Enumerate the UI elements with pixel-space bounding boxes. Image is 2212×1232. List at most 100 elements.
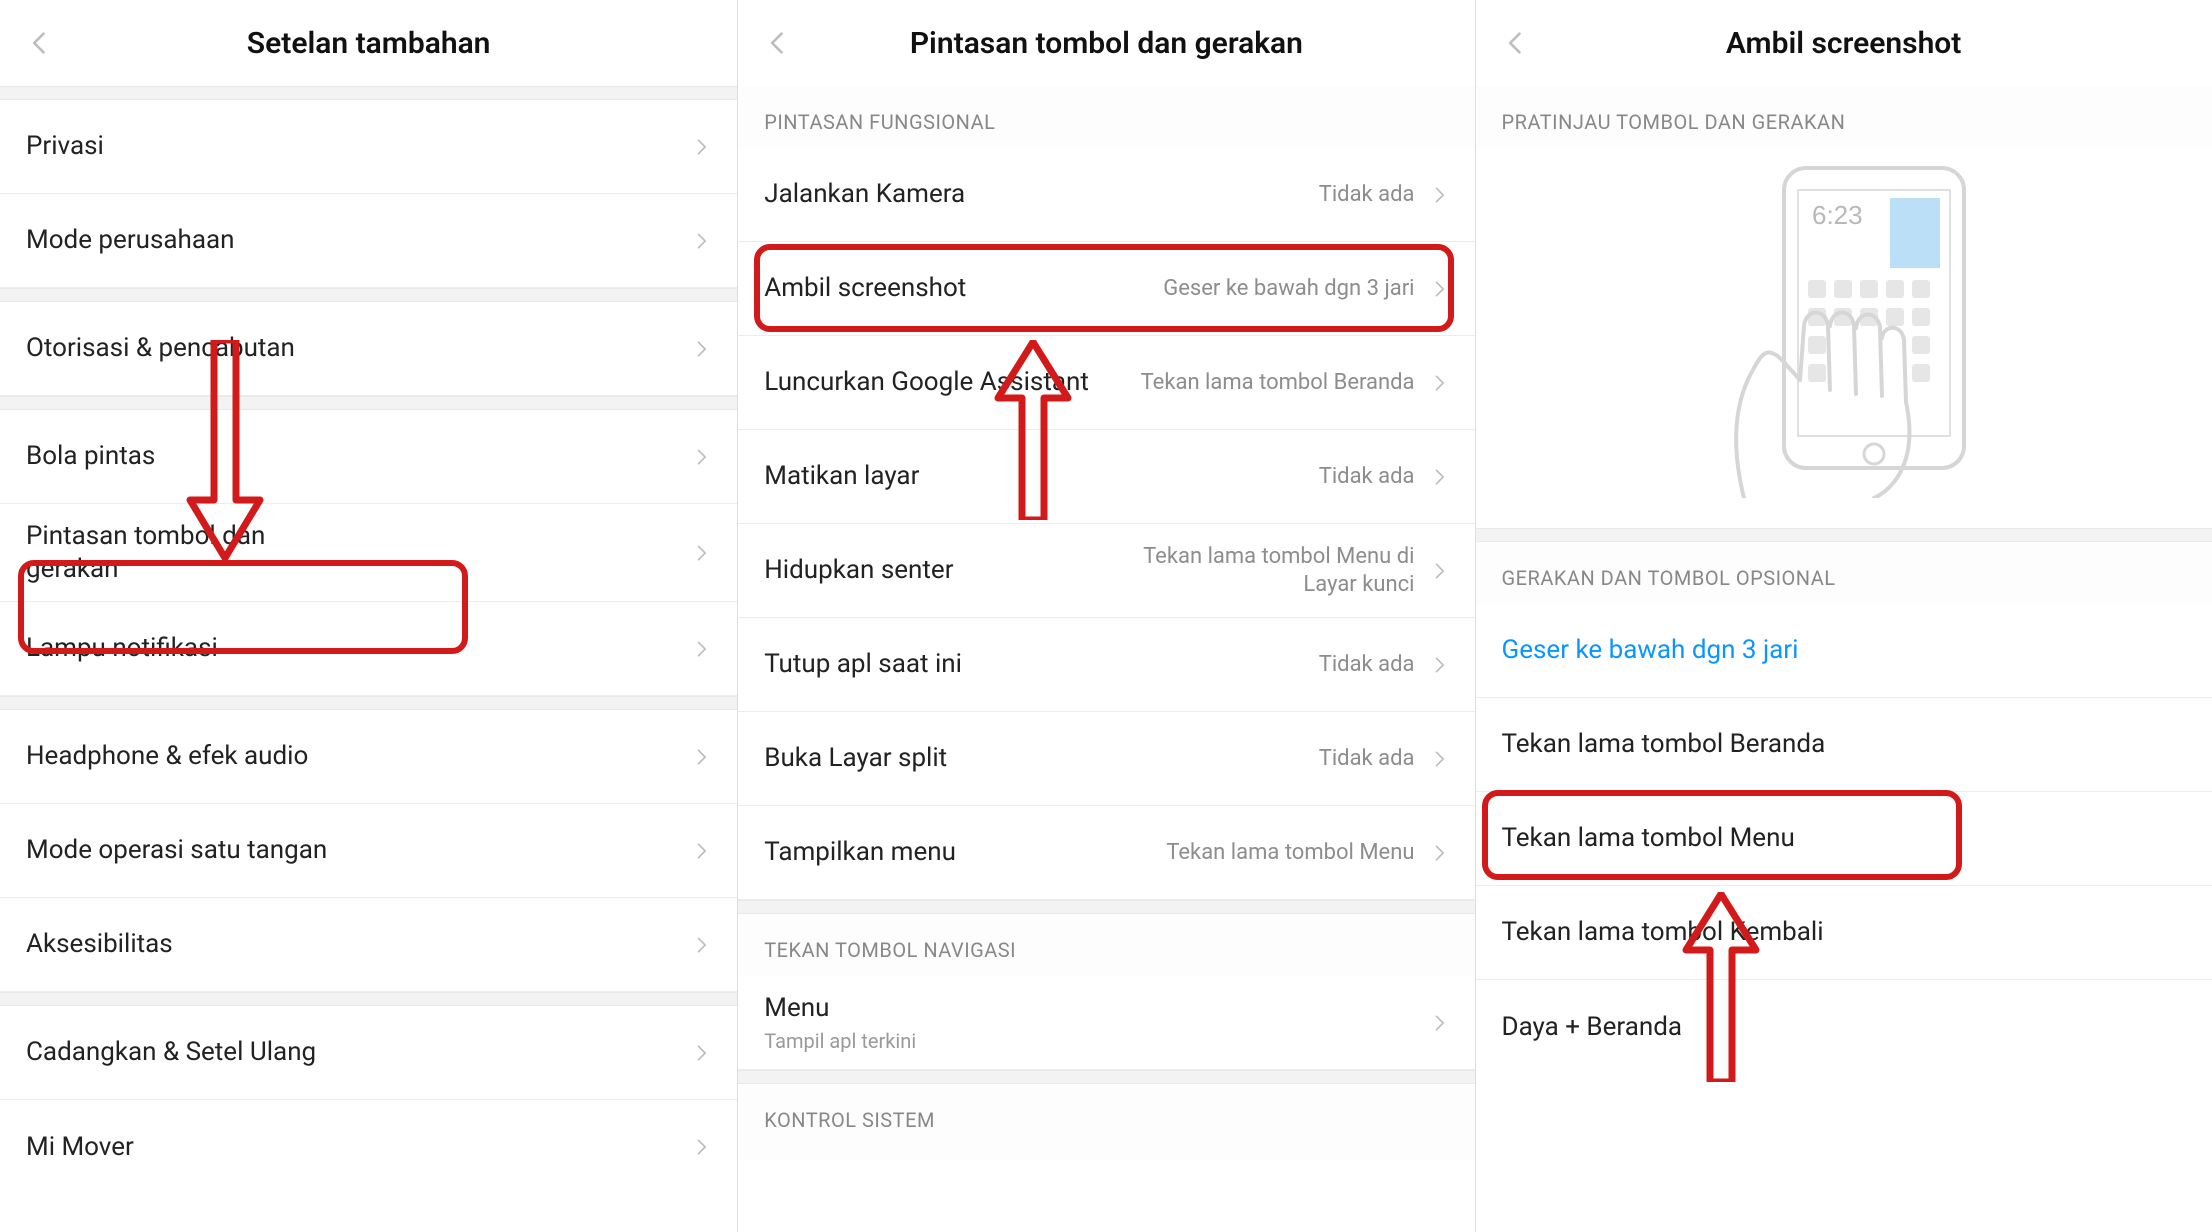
divider: [0, 396, 737, 410]
divider: [738, 900, 1474, 914]
row-value: Tekan lama tombol Menu di Layar kunci: [1095, 543, 1415, 598]
back-icon[interactable]: [758, 23, 798, 63]
header: Setelan tambahan: [0, 0, 737, 86]
row-value: Tekan lama tombol Beranda: [1141, 369, 1415, 397]
row-label: Buka Layar split: [764, 742, 947, 775]
row-flashlight[interactable]: Hidupkan senter Tekan lama tombol Menu d…: [738, 524, 1474, 618]
row-nav-menu[interactable]: Menu Tampil apl terkini: [738, 976, 1474, 1070]
row-label: Daya + Beranda: [1502, 1011, 1683, 1044]
row-label: Otorisasi & pencabutan: [26, 332, 295, 365]
row-label: Mode operasi satu tangan: [26, 834, 327, 867]
row-value: Tidak ada: [1319, 463, 1415, 491]
chevron-right-icon: [691, 1137, 711, 1157]
row-split-screen[interactable]: Buka Layar split Tidak ada: [738, 712, 1474, 806]
header: Ambil screenshot: [1476, 0, 2212, 86]
section-header-functional: PINTASAN FUNGSIONAL: [738, 86, 1474, 148]
divider: [0, 992, 737, 1006]
chevron-right-icon: [1429, 843, 1449, 863]
chevron-right-icon: [1429, 561, 1449, 581]
row-option-long-press-menu[interactable]: Tekan lama tombol Menu: [1476, 792, 2212, 886]
row-option-long-press-back[interactable]: Tekan lama tombol Kembali: [1476, 886, 2212, 980]
row-label: Ambil screenshot: [764, 272, 966, 305]
page-title: Ambil screenshot: [1546, 26, 2142, 61]
chevron-right-icon: [691, 447, 711, 467]
chevron-right-icon: [691, 935, 711, 955]
chevron-right-icon: [691, 137, 711, 157]
row-value: Tidak ada: [1319, 651, 1415, 679]
row-label: Tekan lama tombol Kembali: [1502, 916, 1824, 949]
chevron-right-icon: [1429, 749, 1449, 769]
screen-additional-settings: Setelan tambahan Privasi Mode perusahaan…: [0, 0, 737, 1232]
row-value: Geser ke bawah dgn 3 jari: [1163, 275, 1414, 303]
back-icon[interactable]: [1496, 23, 1536, 63]
chevron-right-icon: [1429, 373, 1449, 393]
row-label: Mi Mover: [26, 1131, 134, 1164]
row-aksesibilitas[interactable]: Aksesibilitas: [0, 898, 737, 992]
chevron-right-icon: [691, 639, 711, 659]
chevron-right-icon: [1429, 1013, 1449, 1033]
header: Pintasan tombol dan gerakan: [738, 0, 1474, 86]
section-header-system: KONTROL SISTEM: [738, 1084, 1474, 1160]
row-show-menu[interactable]: Tampilkan menu Tekan lama tombol Menu: [738, 806, 1474, 900]
row-label: Luncurkan Google Assistant: [764, 366, 1089, 399]
gesture-preview-illustration: 6:23: [1634, 158, 2054, 498]
row-label: Hidupkan senter: [764, 554, 953, 587]
divider: [0, 288, 737, 302]
row-otorisasi[interactable]: Otorisasi & pencabutan: [0, 302, 737, 396]
row-label: Lampu notifikasi: [26, 632, 218, 665]
row-backup-reset[interactable]: Cadangkan & Setel Ulang: [0, 1006, 737, 1100]
row-label: Privasi: [26, 130, 104, 163]
divider: [738, 1070, 1474, 1084]
row-label: Tekan lama tombol Beranda: [1502, 728, 1826, 761]
preview-clock-text: 6:23: [1812, 200, 1863, 230]
row-bola-pintas[interactable]: Bola pintas: [0, 410, 737, 504]
row-turn-off-screen[interactable]: Matikan layar Tidak ada: [738, 430, 1474, 524]
back-icon[interactable]: [20, 23, 60, 63]
row-mi-mover[interactable]: Mi Mover: [0, 1100, 737, 1194]
chevron-right-icon: [691, 231, 711, 251]
row-label: Aksesibilitas: [26, 928, 173, 961]
row-label: Bola pintas: [26, 440, 155, 473]
row-mode-perusahaan[interactable]: Mode perusahaan: [0, 194, 737, 288]
row-option-3finger-swipe[interactable]: Geser ke bawah dgn 3 jari: [1476, 604, 2212, 698]
divider: [1476, 528, 2212, 542]
chevron-right-icon: [691, 1043, 711, 1063]
section-header-navpress: TEKAN TOMBOL NAVIGASI: [738, 914, 1474, 976]
row-one-hand[interactable]: Mode operasi satu tangan: [0, 804, 737, 898]
screen-take-screenshot: Ambil screenshot PRATINJAU TOMBOL DAN GE…: [1475, 0, 2212, 1232]
divider: [0, 86, 737, 100]
section-header-preview: PRATINJAU TOMBOL DAN GERAKAN: [1476, 86, 2212, 148]
page-title: Pintasan tombol dan gerakan: [808, 26, 1404, 61]
row-close-current-app[interactable]: Tutup apl saat ini Tidak ada: [738, 618, 1474, 712]
row-value: Tekan lama tombol Menu: [1166, 839, 1414, 867]
chevron-right-icon: [691, 339, 711, 359]
chevron-right-icon: [1429, 655, 1449, 675]
screen-button-gesture-shortcuts: Pintasan tombol dan gerakan PINTASAN FUN…: [737, 0, 1474, 1232]
chevron-right-icon: [1429, 185, 1449, 205]
row-label: Headphone & efek audio: [26, 740, 308, 773]
row-label: Menu: [764, 992, 837, 1025]
row-label: Jalankan Kamera: [764, 178, 965, 211]
row-label: Geser ke bawah dgn 3 jari: [1502, 634, 1799, 667]
row-take-screenshot[interactable]: Ambil screenshot Geser ke bawah dgn 3 ja…: [738, 242, 1474, 336]
row-headphone-audio[interactable]: Headphone & efek audio: [0, 710, 737, 804]
row-lampu-notifikasi[interactable]: Lampu notifikasi: [0, 602, 737, 696]
row-value: Tidak ada: [1319, 181, 1415, 209]
section-header-optional: GERAKAN DAN TOMBOL OPSIONAL: [1476, 542, 2212, 604]
row-google-assistant[interactable]: Luncurkan Google Assistant Tekan lama to…: [738, 336, 1474, 430]
row-label: Tutup apl saat ini: [764, 648, 962, 681]
chevron-right-icon: [1429, 467, 1449, 487]
row-label: Cadangkan & Setel Ulang: [26, 1036, 316, 1069]
row-privasi[interactable]: Privasi: [0, 100, 737, 194]
divider: [0, 696, 737, 710]
chevron-right-icon: [691, 543, 711, 563]
row-option-power-home[interactable]: Daya + Beranda: [1476, 980, 2212, 1074]
row-label: Mode perusahaan: [26, 224, 234, 257]
row-label: Matikan layar: [764, 460, 919, 493]
chevron-right-icon: [1429, 279, 1449, 299]
row-launch-camera[interactable]: Jalankan Kamera Tidak ada: [738, 148, 1474, 242]
row-label: Tekan lama tombol Menu: [1502, 822, 1795, 855]
row-pintasan-gerakan[interactable]: Pintasan tombol dan gerakan: [0, 504, 737, 602]
row-option-long-press-home[interactable]: Tekan lama tombol Beranda: [1476, 698, 2212, 792]
chevron-right-icon: [691, 747, 711, 767]
